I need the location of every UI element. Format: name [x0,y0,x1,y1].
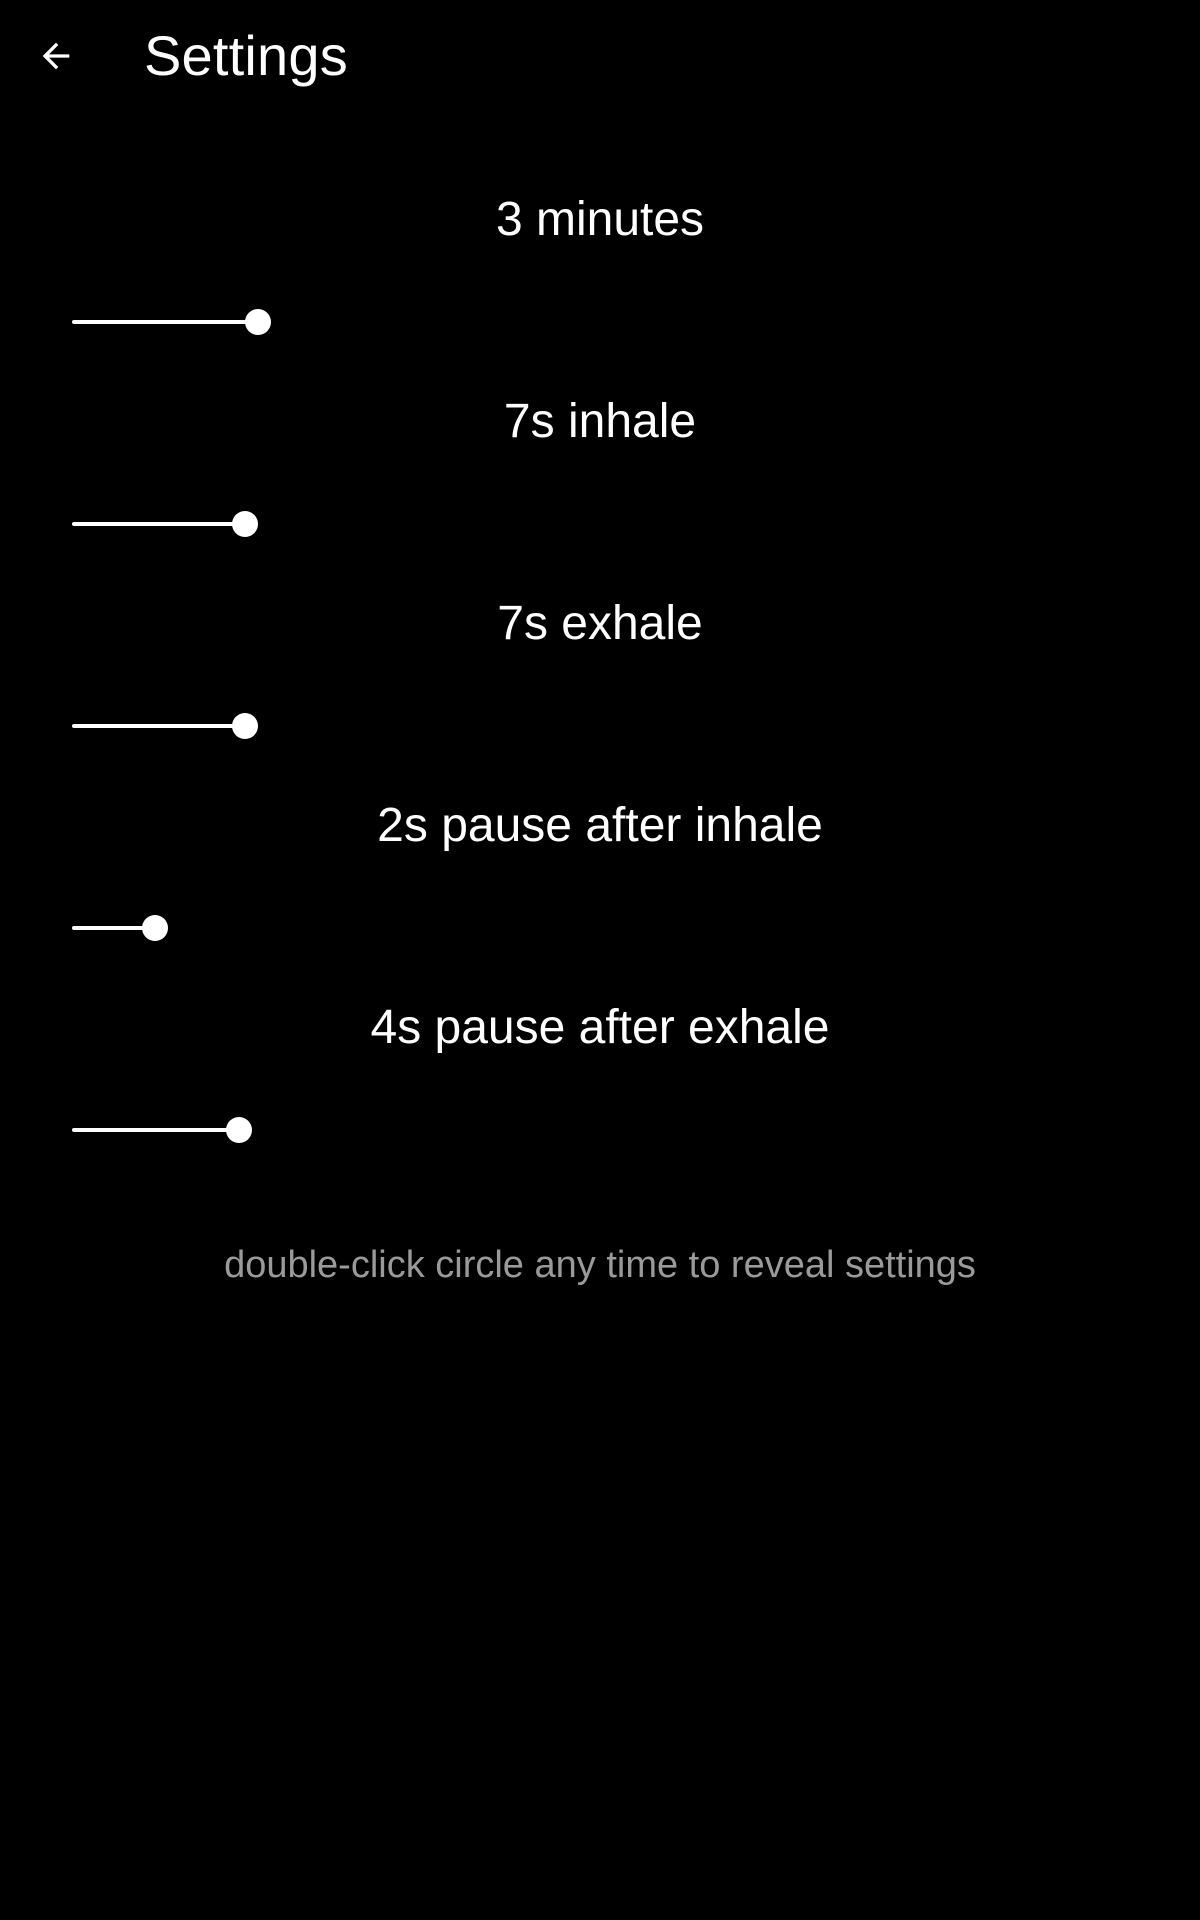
duration-slider[interactable] [58,298,1142,346]
duration-label: 3 minutes [495,193,705,246]
slider-thumb[interactable] [232,511,259,537]
app-bar: Settings [0,0,1200,112]
slider-thumb[interactable] [225,1117,252,1143]
slider-thumb[interactable] [244,309,271,335]
slider-track [72,522,246,526]
pause-after-exhale-label: 4s pause after exhale [370,1001,830,1054]
exhale-label: 7s exhale [497,597,703,650]
back-button[interactable] [22,22,90,90]
exhale-slider[interactable] [58,702,1142,750]
pause-after-inhale-label: 2s pause after inhale [377,799,823,852]
slider-track [72,320,258,324]
pause-after-inhale-slider[interactable] [58,904,1142,952]
page-title: Settings [144,24,348,87]
inhale-label: 7s inhale [503,395,697,448]
slider-track [72,1128,239,1132]
settings-hint: double-click circle any time to reveal s… [224,1244,976,1286]
pause-after-exhale-slider[interactable] [58,1106,1142,1154]
slider-track [72,724,246,728]
slider-thumb[interactable] [142,915,169,941]
slider-thumb[interactable] [232,713,259,739]
arrow-left-icon [36,36,76,76]
inhale-slider[interactable] [58,500,1142,548]
